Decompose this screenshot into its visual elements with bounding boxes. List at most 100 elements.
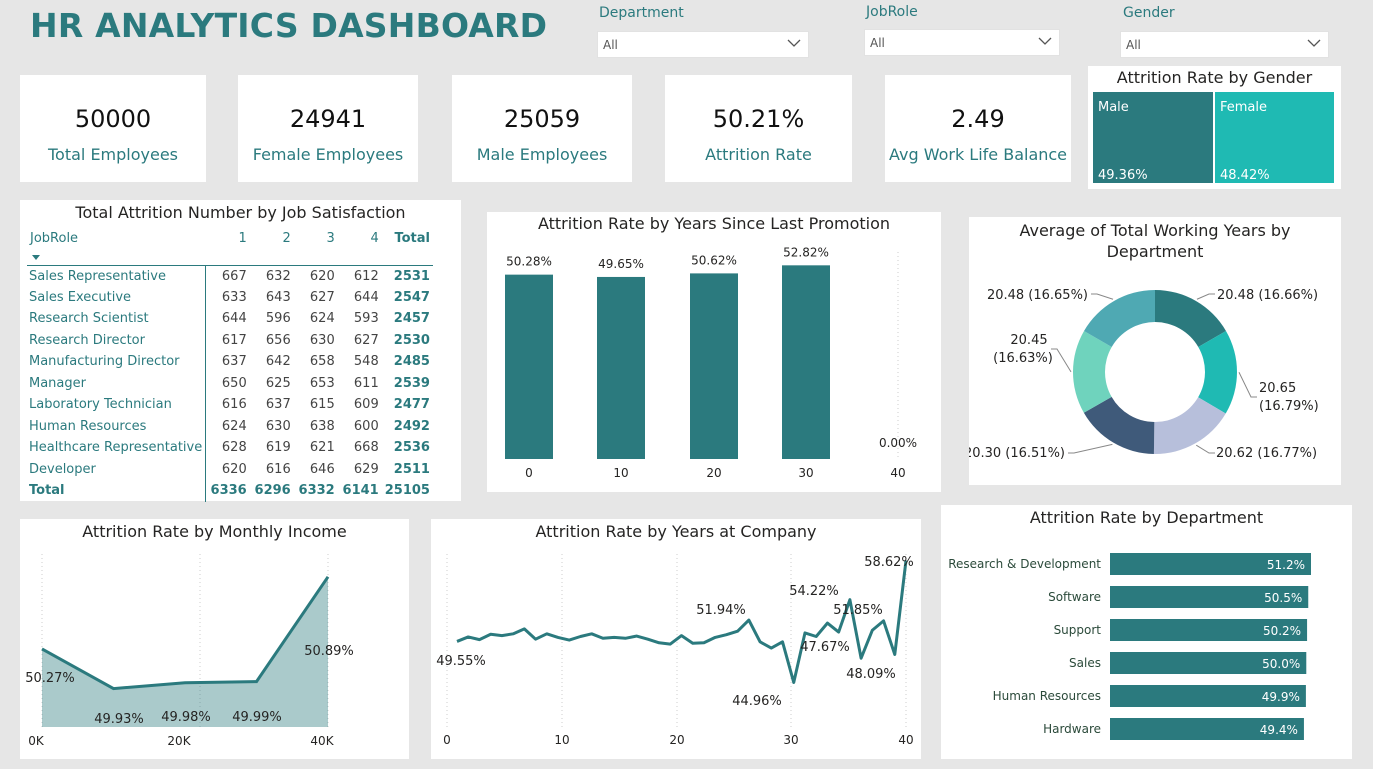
attrition-by-years-card[interactable]: Attrition Rate by Years at Company 49.55… bbox=[431, 519, 921, 759]
matrix-cell: 621 bbox=[309, 440, 335, 456]
data-label: 49.9% bbox=[1262, 690, 1300, 704]
matrix-cell: 611 bbox=[353, 375, 379, 391]
category-label: Research & Development bbox=[948, 557, 1101, 571]
matrix-header-4[interactable]: 4 bbox=[338, 228, 382, 250]
matrix-row-label: Healthcare Representative bbox=[29, 440, 203, 456]
kpi-label: Avg Work Life Balance bbox=[888, 145, 1068, 164]
data-label: 50.2% bbox=[1263, 624, 1301, 638]
kpi-label: Male Employees bbox=[476, 145, 608, 164]
attrition-by-promotion-card[interactable]: Attrition Rate by Years Since Last Promo… bbox=[487, 212, 941, 492]
matrix-row-label: Laboratory Technician bbox=[29, 397, 172, 413]
matrix-cell: 630 bbox=[309, 332, 335, 348]
matrix-total-label: Total bbox=[29, 483, 65, 499]
matrix-header-3[interactable]: 3 bbox=[294, 228, 338, 250]
working-years-card[interactable]: Average of Total Working Years by Depart… bbox=[969, 217, 1341, 485]
matrix-cell: 629 bbox=[353, 461, 379, 477]
bar bbox=[690, 273, 738, 459]
table-row[interactable]: Research Scientist 644 596 624 593 2457 bbox=[27, 308, 433, 330]
matrix-cell: 612 bbox=[353, 268, 379, 284]
matrix-cell: 642 bbox=[265, 354, 291, 370]
data-label: 50.89% bbox=[304, 644, 354, 659]
x-tick-label: 10 bbox=[554, 733, 569, 747]
attrition-matrix-card[interactable]: Total Attrition Number by Job Satisfacti… bbox=[20, 200, 461, 502]
table-row[interactable]: Sales Representative 667 632 620 612 2531 bbox=[27, 265, 433, 287]
matrix-row-label: Research Scientist bbox=[29, 311, 149, 327]
treemap-value-label: 49.36% bbox=[1098, 168, 1148, 183]
data-label: 49.98% bbox=[161, 710, 211, 725]
matrix-cell: 650 bbox=[205, 372, 250, 394]
leader-line bbox=[1051, 348, 1072, 373]
kpi-value: 50.21% bbox=[712, 105, 805, 133]
matrix-header-jobrole[interactable]: JobRole bbox=[27, 228, 206, 250]
gender-dropdown[interactable]: All bbox=[1120, 31, 1329, 58]
table-row[interactable]: Developer 620 616 646 629 2511 bbox=[27, 458, 433, 480]
data-label: 58.62% bbox=[864, 555, 914, 570]
matrix-cell: 656 bbox=[265, 332, 291, 348]
matrix-header-1[interactable]: 1 bbox=[206, 228, 250, 250]
matrix-row-total: 2530 bbox=[393, 332, 430, 348]
matrix-total-cell: 6332 bbox=[298, 483, 335, 499]
slice-value: 20.65 bbox=[1259, 381, 1296, 396]
category-label: Software bbox=[1048, 590, 1101, 604]
data-label: 47.67% bbox=[800, 640, 850, 655]
category-label: Sales bbox=[1069, 656, 1101, 670]
jobrole-dropdown[interactable]: All bbox=[864, 29, 1060, 56]
data-label: 54.22% bbox=[789, 584, 839, 599]
matrix-header-total[interactable]: Total bbox=[382, 228, 433, 250]
x-tick-label: 0 bbox=[443, 733, 451, 747]
matrix-grand-total: 25105 bbox=[384, 483, 430, 499]
data-label: 52.82% bbox=[783, 245, 829, 259]
table-row[interactable]: Laboratory Technician 616 637 615 609 2477 bbox=[27, 394, 433, 416]
matrix-header-2[interactable]: 2 bbox=[250, 228, 294, 250]
years-line-chart: 49.55% 51.94% 44.96% 54.22% 47.67% 51.85% 48.0… bbox=[436, 554, 914, 747]
kpi-card-female-employees[interactable]: 24941 Female Employees bbox=[238, 75, 418, 182]
kpi-card-attrition-rate[interactable]: 50.21% Attrition Rate bbox=[665, 75, 852, 182]
matrix-cell: 632 bbox=[265, 268, 291, 284]
department-slicer-label: Department bbox=[599, 5, 684, 21]
treemap-value-label: 48.42% bbox=[1220, 168, 1270, 183]
department-dropdown-value: All bbox=[603, 38, 618, 52]
attrition-by-gender-card[interactable]: Attrition Rate by Gender Male 49.36% Femal… bbox=[1088, 66, 1341, 189]
table-row[interactable]: Manufacturing Director 637 642 658 548 2485 bbox=[27, 351, 433, 373]
matrix-row-total: 2457 bbox=[393, 311, 430, 327]
matrix-row-total: 2539 bbox=[393, 375, 430, 391]
matrix-cell: 616 bbox=[265, 461, 291, 477]
kpi-card-male-employees[interactable]: 25059 Male Employees bbox=[452, 75, 632, 182]
matrix-row-label: Manufacturing Director bbox=[29, 354, 180, 370]
kpi-card-work-life-balance[interactable]: 2.49 Avg Work Life Balance bbox=[885, 75, 1071, 182]
x-tick-label: 40 bbox=[890, 466, 905, 480]
attrition-by-department-card[interactable]: Attrition Rate by Department Research & … bbox=[941, 505, 1352, 759]
working-years-donut: 20.48 (16.66%) 20.65 (16.79%) 20.62 (16.77%… bbox=[969, 288, 1319, 461]
x-tick-label: 20 bbox=[706, 466, 721, 480]
matrix-cell: 643 bbox=[265, 289, 291, 305]
table-row[interactable]: Human Resources 624 630 638 600 2492 bbox=[27, 415, 433, 437]
matrix-row-label: Developer bbox=[29, 461, 96, 477]
slice-label: 20.48 (16.66%) bbox=[1217, 288, 1318, 303]
chevron-down-icon bbox=[1038, 37, 1052, 45]
sort-descending-icon[interactable] bbox=[31, 254, 41, 261]
attrition-by-income-card[interactable]: Attrition Rate by Monthly Income 50.27% 4… bbox=[20, 519, 409, 759]
matrix-row-total: 2536 bbox=[393, 440, 430, 456]
income-area-chart: 50.27% 49.93% 49.98% 49.99% 50.89% 0K 20K 40K bbox=[25, 554, 354, 748]
leader-line bbox=[1196, 293, 1215, 300]
department-dropdown[interactable]: All bbox=[597, 31, 809, 58]
data-label: 48.09% bbox=[846, 667, 896, 682]
dashboard-title: HR ANALYTICS DASHBOARD bbox=[30, 6, 548, 45]
jobrole-slicer-label: JobRole bbox=[866, 4, 918, 20]
x-tick-label: 30 bbox=[798, 466, 813, 480]
table-row[interactable]: Sales Executive 633 643 627 644 2547 bbox=[27, 286, 433, 308]
area-fill bbox=[42, 576, 328, 727]
data-label: 49.55% bbox=[436, 654, 486, 669]
table-row[interactable]: Manager 650 625 653 611 2539 bbox=[27, 372, 433, 394]
matrix-cell: 600 bbox=[353, 418, 379, 434]
matrix-cell: 628 bbox=[205, 437, 250, 459]
data-label: 51.85% bbox=[833, 603, 883, 618]
matrix-cell: 548 bbox=[353, 354, 379, 370]
table-row[interactable]: Research Director 617 656 630 627 2530 bbox=[27, 329, 433, 351]
kpi-card-total-employees[interactable]: 50000 Total Employees bbox=[20, 75, 206, 182]
table-row[interactable]: Healthcare Representative 628 619 621 668 253… bbox=[27, 437, 433, 459]
matrix-cell: 625 bbox=[265, 375, 291, 391]
kpi-value: 50000 bbox=[74, 105, 152, 133]
matrix-total-cell: 6336 bbox=[205, 480, 250, 502]
matrix-cell: 619 bbox=[265, 440, 291, 456]
